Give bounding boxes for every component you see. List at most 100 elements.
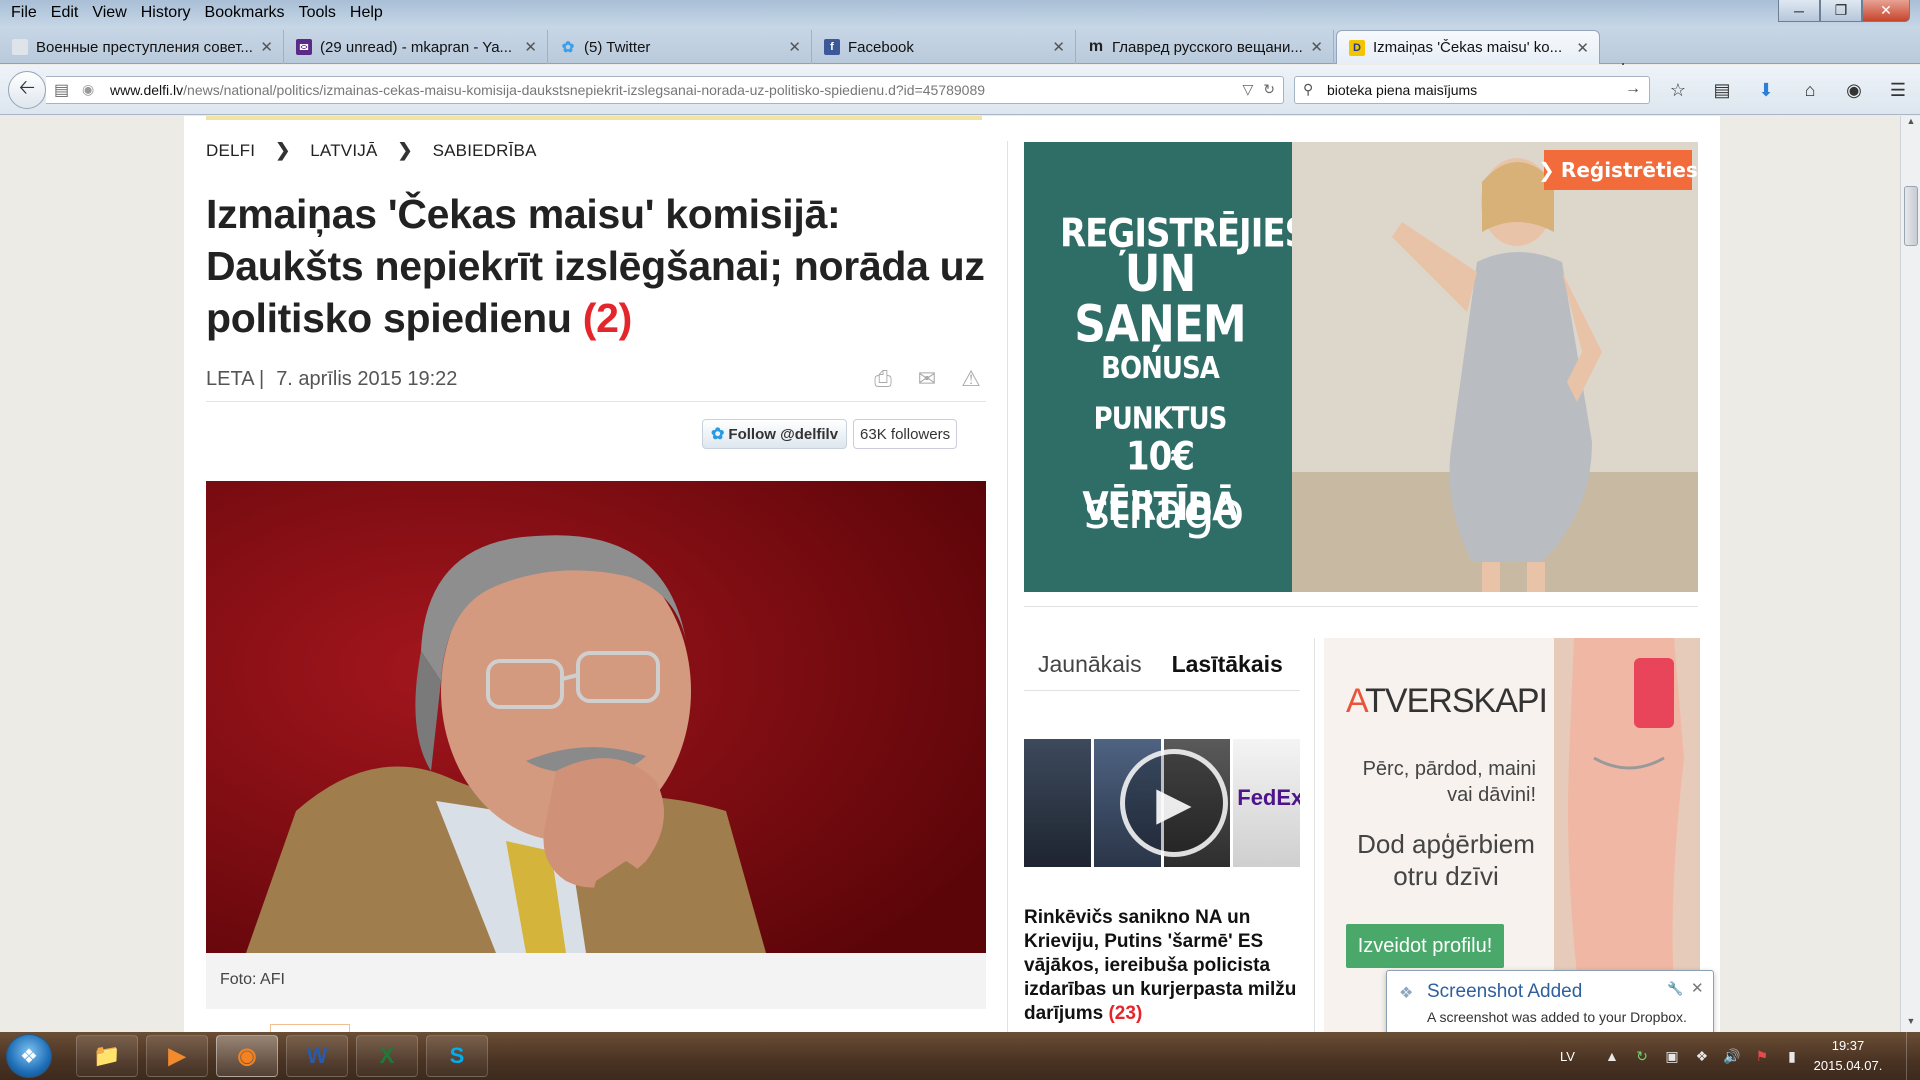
news-headline[interactable]: Rinkēvičs sanikno NA un Krieviju, Putins…	[1024, 906, 1300, 1026]
breadcrumb-sabiedriba[interactable]: SABIEDRĪBA	[433, 141, 537, 161]
hamburger-menu-icon[interactable]: ☰	[1886, 78, 1910, 102]
notification-body: A screenshot was added to your Dropbox.	[1427, 1009, 1687, 1025]
menu-bar: File Edit View History Bookmarks Tools H…	[4, 1, 390, 25]
close-tab-icon[interactable]: ✕	[524, 38, 537, 56]
scroll-up-icon[interactable]: ▲	[1901, 116, 1920, 132]
print-icon[interactable]: ⎙	[870, 366, 896, 392]
tab-most-read[interactable]: Lasītākais	[1172, 651, 1283, 678]
clock[interactable]: 19:37 2015.04.07.	[1808, 1036, 1888, 1076]
search-go-icon[interactable]: →	[1625, 80, 1641, 98]
menu-view[interactable]: View	[85, 1, 133, 25]
url-actions: ▽ ↻	[1242, 81, 1275, 98]
scroll-thumb[interactable]	[1904, 186, 1918, 246]
dropbox-tray-icon[interactable]: ❖	[1693, 1048, 1711, 1065]
warning-icon[interactable]: ⚠	[958, 366, 984, 392]
start-button[interactable]: ❖	[6, 1034, 52, 1078]
sync-icon[interactable]: ↻	[1633, 1048, 1651, 1065]
signal-icon[interactable]: ▮	[1783, 1048, 1801, 1065]
page-content: DELFI ❯ LATVIJĀ ❯ SABIEDRĪBA Izmaiņas 'Č…	[184, 116, 1720, 1032]
system-tray: LV ▲ ↻ ▣ ❖ 🔊 ⚑ ▮	[1560, 1032, 1801, 1080]
news-tabs: Jaunākais Lasītākais	[1024, 651, 1300, 678]
close-tab-icon[interactable]: ✕	[260, 38, 273, 56]
menu-history[interactable]: History	[134, 1, 198, 25]
dropdown-arrow-icon[interactable]: ▽	[1242, 81, 1253, 98]
wrench-icon[interactable]: 🔧	[1667, 981, 1683, 997]
thumb-tile: FedEx	[1233, 739, 1300, 867]
excel-icon[interactable]: X	[356, 1035, 418, 1077]
skype-icon[interactable]: S	[426, 1035, 488, 1077]
email-icon[interactable]: ✉	[914, 366, 940, 392]
tab-title: Главред русского вещани...	[1112, 38, 1303, 56]
play-icon[interactable]: ▶	[1120, 749, 1228, 857]
firefox-icon[interactable]: ◉	[216, 1035, 278, 1077]
bookmarks-list-icon[interactable]: ▤	[1710, 78, 1734, 102]
action-center-flag-icon[interactable]: ⚑	[1753, 1048, 1771, 1065]
word-icon[interactable]: W	[286, 1035, 348, 1077]
menu-bookmarks[interactable]: Bookmarks	[198, 1, 292, 25]
model-illustration	[1292, 142, 1698, 592]
url-text[interactable]: www.delfi.lv/news/national/politics/izma…	[110, 82, 985, 98]
tab-glavred[interactable]: m Главред русского вещани... ✕	[1076, 30, 1334, 64]
show-hidden-icons-icon[interactable]: ▲	[1603, 1048, 1621, 1064]
network-icon[interactable]: ▣	[1663, 1048, 1681, 1065]
globe-icon: ◉	[82, 81, 95, 97]
ad-line: UN SAŅEM	[1074, 244, 1246, 355]
close-window-button[interactable]: ✕	[1862, 0, 1910, 22]
close-icon[interactable]: ✕	[1691, 979, 1704, 997]
tab-latest[interactable]: Jaunākais	[1038, 651, 1142, 678]
atverskapi-logo: ATVERSKAPI	[1346, 682, 1548, 720]
back-arrow-icon: 🡠	[18, 77, 36, 99]
page-list-icon[interactable]: ▤	[54, 80, 69, 100]
menu-tools[interactable]: Tools	[292, 1, 343, 25]
chat-bubble-icon[interactable]: ◉	[1842, 78, 1866, 102]
minimize-button[interactable]: ─	[1778, 0, 1820, 22]
explorer-icon[interactable]: 📁	[76, 1035, 138, 1077]
menu-file[interactable]: File	[4, 1, 44, 25]
article-headline: Izmaiņas 'Čekas maisu' komisijā: Daukšts…	[206, 188, 986, 344]
news-thumbnail[interactable]: FedEx ▶	[1024, 739, 1300, 867]
scroll-down-icon[interactable]: ▼	[1901, 1016, 1920, 1032]
tab-yahoo-mail[interactable]: ✉ (29 unread) - mkapran - Ya... ✕	[284, 30, 548, 64]
menu-edit[interactable]: Edit	[44, 1, 86, 25]
tab-facebook[interactable]: f Facebook ✕	[812, 30, 1076, 64]
article-tools: ⎙ ✉ ⚠	[870, 366, 984, 392]
restore-button[interactable]: ❐	[1820, 0, 1862, 22]
search-icon: ⚲	[1303, 81, 1314, 97]
twitter-follow-button[interactable]: ✿ Follow @delfilv	[702, 419, 848, 449]
home-icon[interactable]: ⌂	[1798, 78, 1822, 102]
search-input[interactable]	[1327, 82, 1607, 98]
ad-register-button[interactable]: ❯ Reģistrēties	[1538, 150, 1698, 190]
breadcrumb-delfi[interactable]: DELFI	[206, 141, 255, 161]
tab-title: Facebook	[848, 38, 914, 56]
tab-twitter[interactable]: ✿ (5) Twitter ✕	[548, 30, 812, 64]
dropbox-notification[interactable]: ❖ Screenshot Added A screenshot was adde…	[1386, 970, 1714, 1036]
close-tab-icon[interactable]: ✕	[1310, 38, 1323, 56]
stilago-ad[interactable]: REĢISTRĒJIES UN SAŅEM BONUSA PUNKTUS 10€…	[1024, 142, 1698, 592]
bookmark-star-icon[interactable]: ☆	[1666, 78, 1690, 102]
tab-delfi[interactable]: D Izmaiņas 'Čekas maisu' ko... ✕	[1336, 30, 1600, 64]
volume-icon[interactable]: 🔊	[1723, 1048, 1741, 1065]
tab-strip: Военные преступления совет... ✕ ✉ (29 un…	[0, 26, 1920, 81]
close-tab-icon[interactable]: ✕	[1576, 39, 1589, 57]
breadcrumb-latvija[interactable]: LATVIJĀ	[310, 141, 377, 161]
comment-count-link[interactable]: (2)	[583, 295, 633, 341]
reload-icon[interactable]: ↻	[1263, 81, 1275, 98]
article-photo[interactable]	[206, 481, 986, 953]
vertical-scrollbar[interactable]: ▲ ▼	[1900, 116, 1920, 1032]
back-button[interactable]: 🡠	[8, 71, 46, 109]
create-profile-button[interactable]: Izveidot profilu!	[1346, 924, 1504, 968]
address-bar[interactable]: ▤ ◉ www.delfi.lv/news/national/politics/…	[46, 76, 1284, 104]
search-bar[interactable]: ⚲ →	[1294, 76, 1650, 104]
minimize-icon: ─	[1794, 2, 1804, 19]
menu-help[interactable]: Help	[343, 1, 390, 25]
close-tab-icon[interactable]: ✕	[788, 38, 801, 56]
language-indicator[interactable]: LV	[1560, 1049, 1575, 1064]
media-player-icon[interactable]: ▶	[146, 1035, 208, 1077]
tab-war-crimes[interactable]: Военные преступления совет... ✕	[0, 30, 284, 64]
news-comment-count[interactable]: (23)	[1108, 1003, 1142, 1024]
clock-date: 2015.04.07.	[1813, 1058, 1883, 1073]
close-tab-icon[interactable]: ✕	[1052, 38, 1065, 56]
download-icon[interactable]: ⬇	[1754, 78, 1778, 102]
chevron-right-icon: ❯	[1538, 158, 1555, 182]
show-desktop-button[interactable]	[1906, 1032, 1920, 1080]
